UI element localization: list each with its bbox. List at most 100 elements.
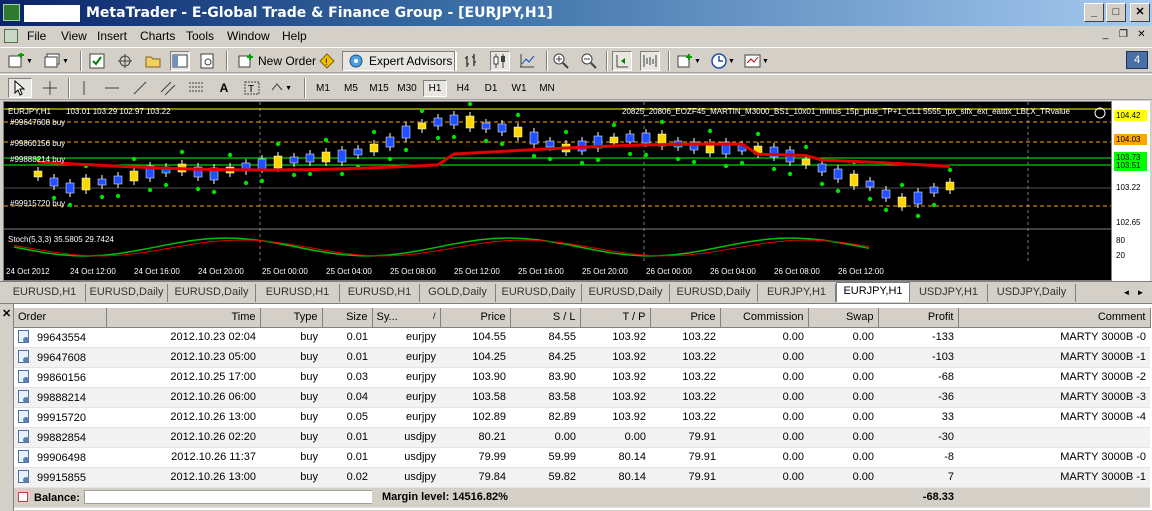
tab-chart-6[interactable]: GOLD,Daily	[420, 284, 496, 302]
tab-chart-5[interactable]: EURUSD,H1	[340, 284, 420, 302]
column-header-type[interactable]: Type	[260, 308, 323, 328]
expert-advisors-icon	[347, 52, 365, 70]
text-tool-button[interactable]: A	[212, 78, 236, 98]
crosshair-tool-button[interactable]	[38, 78, 62, 98]
minimize-button[interactable]: _	[1084, 3, 1104, 22]
templates-button[interactable]: ▼	[744, 51, 769, 71]
zoom-in-button[interactable]	[552, 51, 570, 71]
timeframe-m15[interactable]: M15	[367, 80, 391, 97]
warning-icon: !	[318, 52, 336, 70]
column-header-commission[interactable]: Commission	[720, 308, 809, 328]
tab-scroll-right-icon[interactable]: ►	[1134, 286, 1147, 299]
column-header-size[interactable]: Size	[322, 308, 373, 328]
tester-button[interactable]	[198, 51, 216, 71]
terminal-toggle-button[interactable]	[170, 51, 190, 71]
navigator-button[interactable]	[116, 51, 134, 71]
timeframe-m5[interactable]: M5	[339, 80, 363, 97]
channel-button[interactable]	[156, 78, 180, 98]
chart-shift-button[interactable]	[640, 51, 660, 71]
menu-help[interactable]: Help	[282, 29, 307, 43]
tab-scroll-left-icon[interactable]: ◄	[1120, 286, 1133, 299]
periods-button[interactable]: ▼	[710, 51, 735, 71]
folder-button[interactable]	[144, 51, 162, 71]
order-label-4: #99915720 buy	[10, 199, 65, 208]
column-header-price[interactable]: Price	[440, 308, 511, 328]
timeframe-m30[interactable]: M30	[395, 80, 419, 97]
document-icon[interactable]	[4, 29, 18, 43]
line-chart-button[interactable]	[518, 51, 536, 71]
price-chart[interactable]: EURJPY,H1 103.01 103.29 102.97 103.22 20…	[3, 101, 1112, 281]
column-header-sl[interactable]: S / L	[510, 308, 581, 328]
tab-chart-2[interactable]: EURUSD,Daily	[86, 284, 168, 302]
tab-chart-7[interactable]: EURUSD,Daily	[496, 284, 582, 302]
trendline-button[interactable]	[128, 78, 152, 98]
menu-charts[interactable]: Charts	[140, 29, 175, 43]
tab-chart-12[interactable]: USDJPY,H1	[910, 284, 988, 302]
column-header-order[interactable]: Order	[14, 308, 107, 328]
terminal-close-icon[interactable]: ✕	[2, 307, 11, 320]
profiles-button[interactable]: ▼	[44, 51, 69, 71]
zoom-out-button[interactable]	[580, 51, 598, 71]
close-button[interactable]: ✕	[1130, 3, 1150, 22]
sar-dot	[611, 122, 617, 128]
menu-tools[interactable]: Tools	[186, 29, 214, 43]
column-header-tp[interactable]: T / P	[580, 308, 651, 328]
column-header-profit[interactable]: Profit	[878, 308, 959, 328]
table-row[interactable]: 99915720 2012.10.26 13:00 buy 0.05 eurjpy 102…	[14, 407, 1150, 428]
arrows-button[interactable]: ▼	[268, 78, 292, 98]
horizontal-line-button[interactable]	[100, 78, 124, 98]
menu-insert[interactable]: Insert	[97, 29, 127, 43]
tab-chart-4[interactable]: EURUSD,H1	[256, 284, 340, 302]
table-row[interactable]: 99647608 2012.10.23 05:00 buy 0.01 eurjpy 104…	[14, 347, 1150, 368]
mdi-close-button[interactable]: ✕	[1134, 28, 1149, 42]
mdi-restore-button[interactable]: ❐	[1116, 28, 1131, 42]
cell-profit: -68	[878, 367, 958, 388]
timeframe-h1[interactable]: H1	[423, 80, 447, 97]
text-label-button[interactable]: T	[240, 78, 264, 98]
candlestick-button[interactable]	[490, 51, 510, 71]
indicators-button[interactable]: ▼	[676, 51, 701, 71]
table-row[interactable]: 99906498 2012.10.26 11:37 buy 0.01 usdjpy 79.…	[14, 447, 1150, 468]
column-header-time[interactable]: Time	[106, 308, 261, 328]
cell-time: 2012.10.26 13:00	[106, 407, 260, 428]
column-header-symbol[interactable]: Sy... /	[372, 308, 441, 328]
bar-chart-button[interactable]	[462, 51, 480, 71]
tab-chart-10[interactable]: EURJPY,H1	[758, 284, 836, 302]
vertical-line-button[interactable]	[74, 78, 94, 98]
menu-view[interactable]: View	[61, 29, 87, 43]
menu-window[interactable]: Window	[227, 29, 270, 43]
tab-chart-11-active[interactable]: EURJPY,H1	[836, 282, 910, 302]
expert-advisors-button[interactable]: Expert Advisors	[342, 51, 458, 71]
alert-button[interactable]: !	[318, 51, 336, 71]
tab-chart-9[interactable]: EURUSD,Daily	[670, 284, 758, 302]
table-row[interactable]: 99915855 2012.10.26 13:00 buy 0.02 usdjpy 79.…	[14, 467, 1150, 488]
tab-chart-1[interactable]: EURUSD,H1	[4, 284, 86, 302]
tab-chart-3[interactable]: EURUSD,Daily	[168, 284, 256, 302]
tab-chart-8[interactable]: EURUSD,Daily	[582, 284, 670, 302]
market-watch-button[interactable]	[88, 51, 106, 71]
balance-comment-cell	[958, 487, 1150, 508]
mdi-minimize-button[interactable]: _	[1098, 28, 1113, 42]
table-row[interactable]: 99860156 2012.10.25 17:00 buy 0.03 eurjpy 103…	[14, 367, 1150, 388]
notification-badge[interactable]: 4	[1126, 51, 1148, 69]
autoscroll-button[interactable]	[612, 51, 632, 71]
column-header-swap[interactable]: Swap	[808, 308, 879, 328]
menu-file[interactable]: File	[27, 29, 46, 43]
candle-body	[801, 158, 811, 166]
new-chart-button[interactable]: ▼	[8, 51, 33, 71]
cursor-tool-button[interactable]	[8, 78, 32, 98]
fibonacci-button[interactable]	[184, 78, 208, 98]
tab-chart-13[interactable]: USDJPY,Daily	[988, 284, 1076, 302]
timeframe-m1[interactable]: M1	[311, 80, 335, 97]
table-row[interactable]: 99888214 2012.10.26 06:00 buy 0.04 eurjpy 103…	[14, 387, 1150, 408]
new-order-button[interactable]: New Order	[232, 51, 321, 71]
table-row[interactable]: 99643554 2012.10.23 02:04 buy 0.01 eurjpy 104…	[14, 327, 1150, 348]
timeframe-d1[interactable]: D1	[479, 80, 503, 97]
timeframe-h4[interactable]: H4	[451, 80, 475, 97]
table-row[interactable]: 99882854 2012.10.26 02:20 buy 0.01 usdjpy 80.…	[14, 427, 1150, 448]
column-header-current-price[interactable]: Price	[650, 308, 721, 328]
maximize-button[interactable]: □	[1106, 3, 1126, 22]
timeframe-w1[interactable]: W1	[507, 80, 531, 97]
column-header-comment[interactable]: Comment	[958, 308, 1151, 328]
timeframe-mn[interactable]: MN	[535, 80, 559, 97]
